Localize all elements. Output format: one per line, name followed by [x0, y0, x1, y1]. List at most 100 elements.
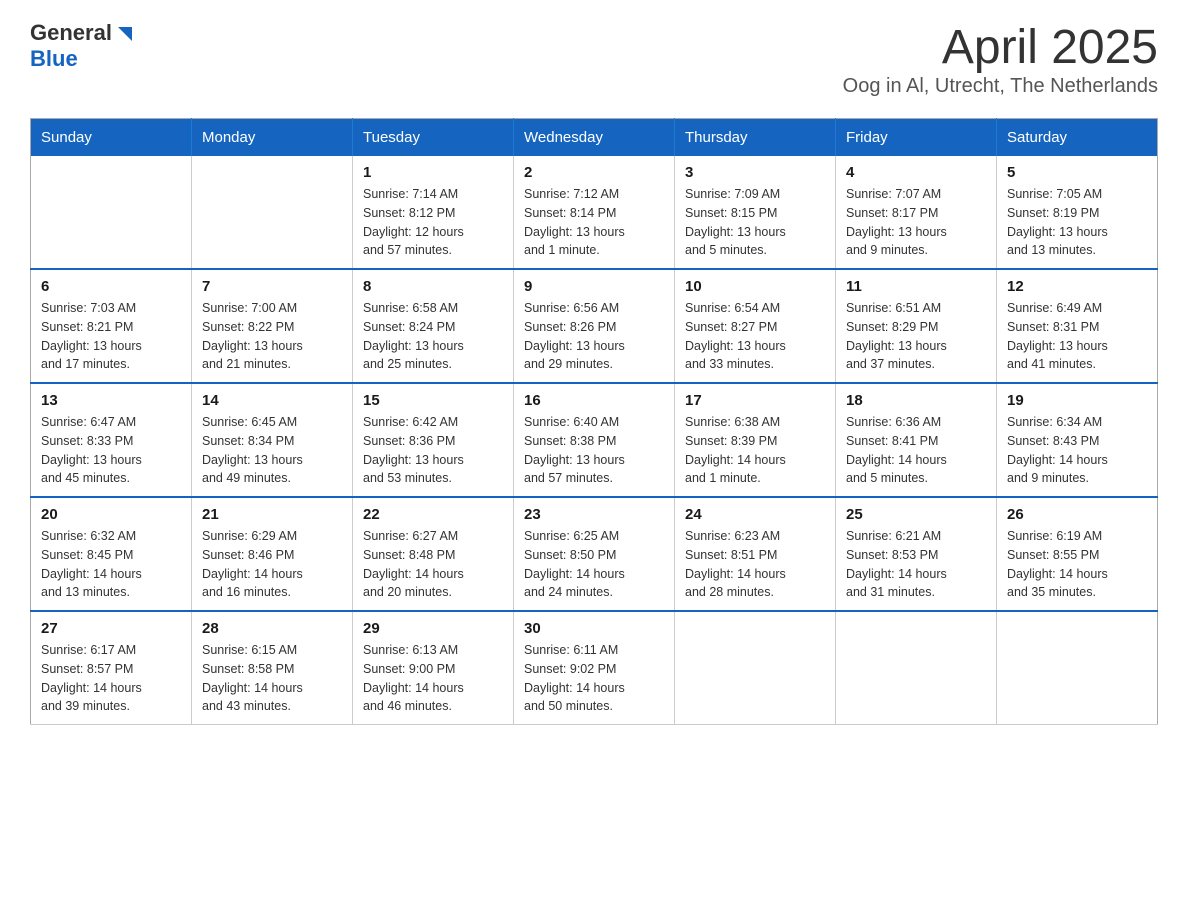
- calendar-day-cell: [192, 156, 353, 269]
- day-info: Sunrise: 6:19 AMSunset: 8:55 PMDaylight:…: [1007, 527, 1147, 602]
- calendar-day-cell: [836, 611, 997, 725]
- day-number: 30: [524, 620, 664, 637]
- day-info: Sunrise: 7:00 AMSunset: 8:22 PMDaylight:…: [202, 299, 342, 374]
- calendar-day-cell: 11 Sunrise: 6:51 AMSunset: 8:29 PMDayligh…: [836, 269, 997, 383]
- calendar-day-cell: 15 Sunrise: 6:42 AMSunset: 8:36 PMDayligh…: [353, 383, 514, 497]
- calendar-day-cell: 24 Sunrise: 6:23 AMSunset: 8:51 PMDayligh…: [675, 497, 836, 611]
- calendar-week-row: 27 Sunrise: 6:17 AMSunset: 8:57 PMDayligh…: [31, 611, 1158, 725]
- logo-triangle-icon: [114, 23, 136, 45]
- calendar-day-cell: 25Sunrise: 6:21 AMSunset: 8:53 PMDayligh…: [836, 497, 997, 611]
- calendar-header-row: SundayMondayTuesdayWednesdayThursdayFrid…: [31, 119, 1158, 157]
- day-info: Sunrise: 7:03 AMSunset: 8:21 PMDaylight:…: [41, 299, 181, 374]
- main-title: April 2025: [843, 20, 1158, 75]
- day-info: Sunrise: 6:15 AMSunset: 8:58 PMDaylight:…: [202, 641, 342, 716]
- calendar-day-cell: 22 Sunrise: 6:27 AMSunset: 8:48 PMDayligh…: [353, 497, 514, 611]
- calendar-day-cell: 18 Sunrise: 6:36 AMSunset: 8:41 PMDayligh…: [836, 383, 997, 497]
- calendar-day-cell: 28 Sunrise: 6:15 AMSunset: 8:58 PMDayligh…: [192, 611, 353, 725]
- day-info: Sunrise: 6:42 AMSunset: 8:36 PMDaylight:…: [363, 413, 503, 488]
- day-info: Sunrise: 7:14 AMSunset: 8:12 PMDaylight:…: [363, 185, 503, 260]
- calendar-day-cell: 4 Sunrise: 7:07 AMSunset: 8:17 PMDaylight…: [836, 156, 997, 269]
- day-info: Sunrise: 6:45 AMSunset: 8:34 PMDaylight:…: [202, 413, 342, 488]
- day-info: Sunrise: 6:13 AMSunset: 9:00 PMDaylight:…: [363, 641, 503, 716]
- day-info: Sunrise: 6:25 AMSunset: 8:50 PMDaylight:…: [524, 527, 664, 602]
- calendar-day-cell: 27 Sunrise: 6:17 AMSunset: 8:57 PMDayligh…: [31, 611, 192, 725]
- calendar-day-cell: 19Sunrise: 6:34 AMSunset: 8:43 PMDayligh…: [997, 383, 1158, 497]
- day-number: 7: [202, 278, 342, 295]
- day-info: Sunrise: 7:12 AMSunset: 8:14 PMDaylight:…: [524, 185, 664, 260]
- day-info: Sunrise: 6:51 AMSunset: 8:29 PMDaylight:…: [846, 299, 986, 374]
- day-number: 9: [524, 278, 664, 295]
- logo-blue-text: Blue: [30, 46, 78, 71]
- day-number: 21: [202, 506, 342, 523]
- calendar-day-cell: [675, 611, 836, 725]
- calendar-header-saturday: Saturday: [997, 119, 1158, 157]
- logo: General Blue: [30, 20, 136, 72]
- day-number: 8: [363, 278, 503, 295]
- day-number: 6: [41, 278, 181, 295]
- calendar-day-cell: 2 Sunrise: 7:12 AMSunset: 8:14 PMDaylight…: [514, 156, 675, 269]
- calendar-day-cell: 21 Sunrise: 6:29 AMSunset: 8:46 PMDayligh…: [192, 497, 353, 611]
- day-info: Sunrise: 6:21 AMSunset: 8:53 PMDaylight:…: [846, 527, 986, 602]
- day-number: 15: [363, 392, 503, 409]
- day-info: Sunrise: 6:23 AMSunset: 8:51 PMDaylight:…: [685, 527, 825, 602]
- day-number: 20: [41, 506, 181, 523]
- calendar-header-monday: Monday: [192, 119, 353, 157]
- calendar-week-row: 1 Sunrise: 7:14 AMSunset: 8:12 PMDaylight…: [31, 156, 1158, 269]
- calendar-header-sunday: Sunday: [31, 119, 192, 157]
- calendar-day-cell: 7 Sunrise: 7:00 AMSunset: 8:22 PMDaylight…: [192, 269, 353, 383]
- day-number: 28: [202, 620, 342, 637]
- calendar-header-friday: Friday: [836, 119, 997, 157]
- calendar-header-thursday: Thursday: [675, 119, 836, 157]
- day-number: 27: [41, 620, 181, 637]
- day-number: 17: [685, 392, 825, 409]
- calendar-header-wednesday: Wednesday: [514, 119, 675, 157]
- day-number: 2: [524, 164, 664, 181]
- day-info: Sunrise: 6:27 AMSunset: 8:48 PMDaylight:…: [363, 527, 503, 602]
- day-number: 14: [202, 392, 342, 409]
- day-number: 4: [846, 164, 986, 181]
- day-number: 18: [846, 392, 986, 409]
- page-header: General Blue April 2025 Oog in Al, Utrec…: [30, 20, 1158, 98]
- day-info: Sunrise: 6:34 AMSunset: 8:43 PMDaylight:…: [1007, 413, 1147, 488]
- day-number: 5: [1007, 164, 1147, 181]
- day-info: Sunrise: 7:05 AMSunset: 8:19 PMDaylight:…: [1007, 185, 1147, 260]
- day-number: 1: [363, 164, 503, 181]
- day-number: 23: [524, 506, 664, 523]
- day-info: Sunrise: 6:36 AMSunset: 8:41 PMDaylight:…: [846, 413, 986, 488]
- calendar-day-cell: 8 Sunrise: 6:58 AMSunset: 8:24 PMDaylight…: [353, 269, 514, 383]
- day-info: Sunrise: 6:38 AMSunset: 8:39 PMDaylight:…: [685, 413, 825, 488]
- calendar-day-cell: 1 Sunrise: 7:14 AMSunset: 8:12 PMDaylight…: [353, 156, 514, 269]
- day-number: 12: [1007, 278, 1147, 295]
- day-info: Sunrise: 6:56 AMSunset: 8:26 PMDaylight:…: [524, 299, 664, 374]
- calendar-day-cell: 13Sunrise: 6:47 AMSunset: 8:33 PMDayligh…: [31, 383, 192, 497]
- day-info: Sunrise: 6:47 AMSunset: 8:33 PMDaylight:…: [41, 413, 181, 488]
- calendar-day-cell: 16Sunrise: 6:40 AMSunset: 8:38 PMDayligh…: [514, 383, 675, 497]
- calendar-day-cell: 6 Sunrise: 7:03 AMSunset: 8:21 PMDaylight…: [31, 269, 192, 383]
- day-info: Sunrise: 6:40 AMSunset: 8:38 PMDaylight:…: [524, 413, 664, 488]
- calendar-day-cell: 12Sunrise: 6:49 AMSunset: 8:31 PMDayligh…: [997, 269, 1158, 383]
- calendar-day-cell: 5 Sunrise: 7:05 AMSunset: 8:19 PMDaylight…: [997, 156, 1158, 269]
- logo-general-text: General: [30, 20, 112, 46]
- calendar-day-cell: 29Sunrise: 6:13 AMSunset: 9:00 PMDayligh…: [353, 611, 514, 725]
- calendar-day-cell: [997, 611, 1158, 725]
- day-number: 26: [1007, 506, 1147, 523]
- calendar-week-row: 6 Sunrise: 7:03 AMSunset: 8:21 PMDaylight…: [31, 269, 1158, 383]
- calendar-day-cell: 30 Sunrise: 6:11 AMSunset: 9:02 PMDayligh…: [514, 611, 675, 725]
- day-number: 22: [363, 506, 503, 523]
- calendar-day-cell: 3Sunrise: 7:09 AMSunset: 8:15 PMDaylight…: [675, 156, 836, 269]
- calendar-day-cell: 26 Sunrise: 6:19 AMSunset: 8:55 PMDayligh…: [997, 497, 1158, 611]
- day-number: 3: [685, 164, 825, 181]
- day-info: Sunrise: 6:32 AMSunset: 8:45 PMDaylight:…: [41, 527, 181, 602]
- calendar-day-cell: 10Sunrise: 6:54 AMSunset: 8:27 PMDayligh…: [675, 269, 836, 383]
- day-number: 11: [846, 278, 986, 295]
- day-info: Sunrise: 6:17 AMSunset: 8:57 PMDaylight:…: [41, 641, 181, 716]
- calendar-header-tuesday: Tuesday: [353, 119, 514, 157]
- calendar-day-cell: 20 Sunrise: 6:32 AMSunset: 8:45 PMDayligh…: [31, 497, 192, 611]
- calendar-day-cell: 23 Sunrise: 6:25 AMSunset: 8:50 PMDayligh…: [514, 497, 675, 611]
- day-info: Sunrise: 7:07 AMSunset: 8:17 PMDaylight:…: [846, 185, 986, 260]
- day-number: 24: [685, 506, 825, 523]
- day-info: Sunrise: 6:58 AMSunset: 8:24 PMDaylight:…: [363, 299, 503, 374]
- calendar-week-row: 13Sunrise: 6:47 AMSunset: 8:33 PMDayligh…: [31, 383, 1158, 497]
- day-info: Sunrise: 6:29 AMSunset: 8:46 PMDaylight:…: [202, 527, 342, 602]
- day-info: Sunrise: 6:11 AMSunset: 9:02 PMDaylight:…: [524, 641, 664, 716]
